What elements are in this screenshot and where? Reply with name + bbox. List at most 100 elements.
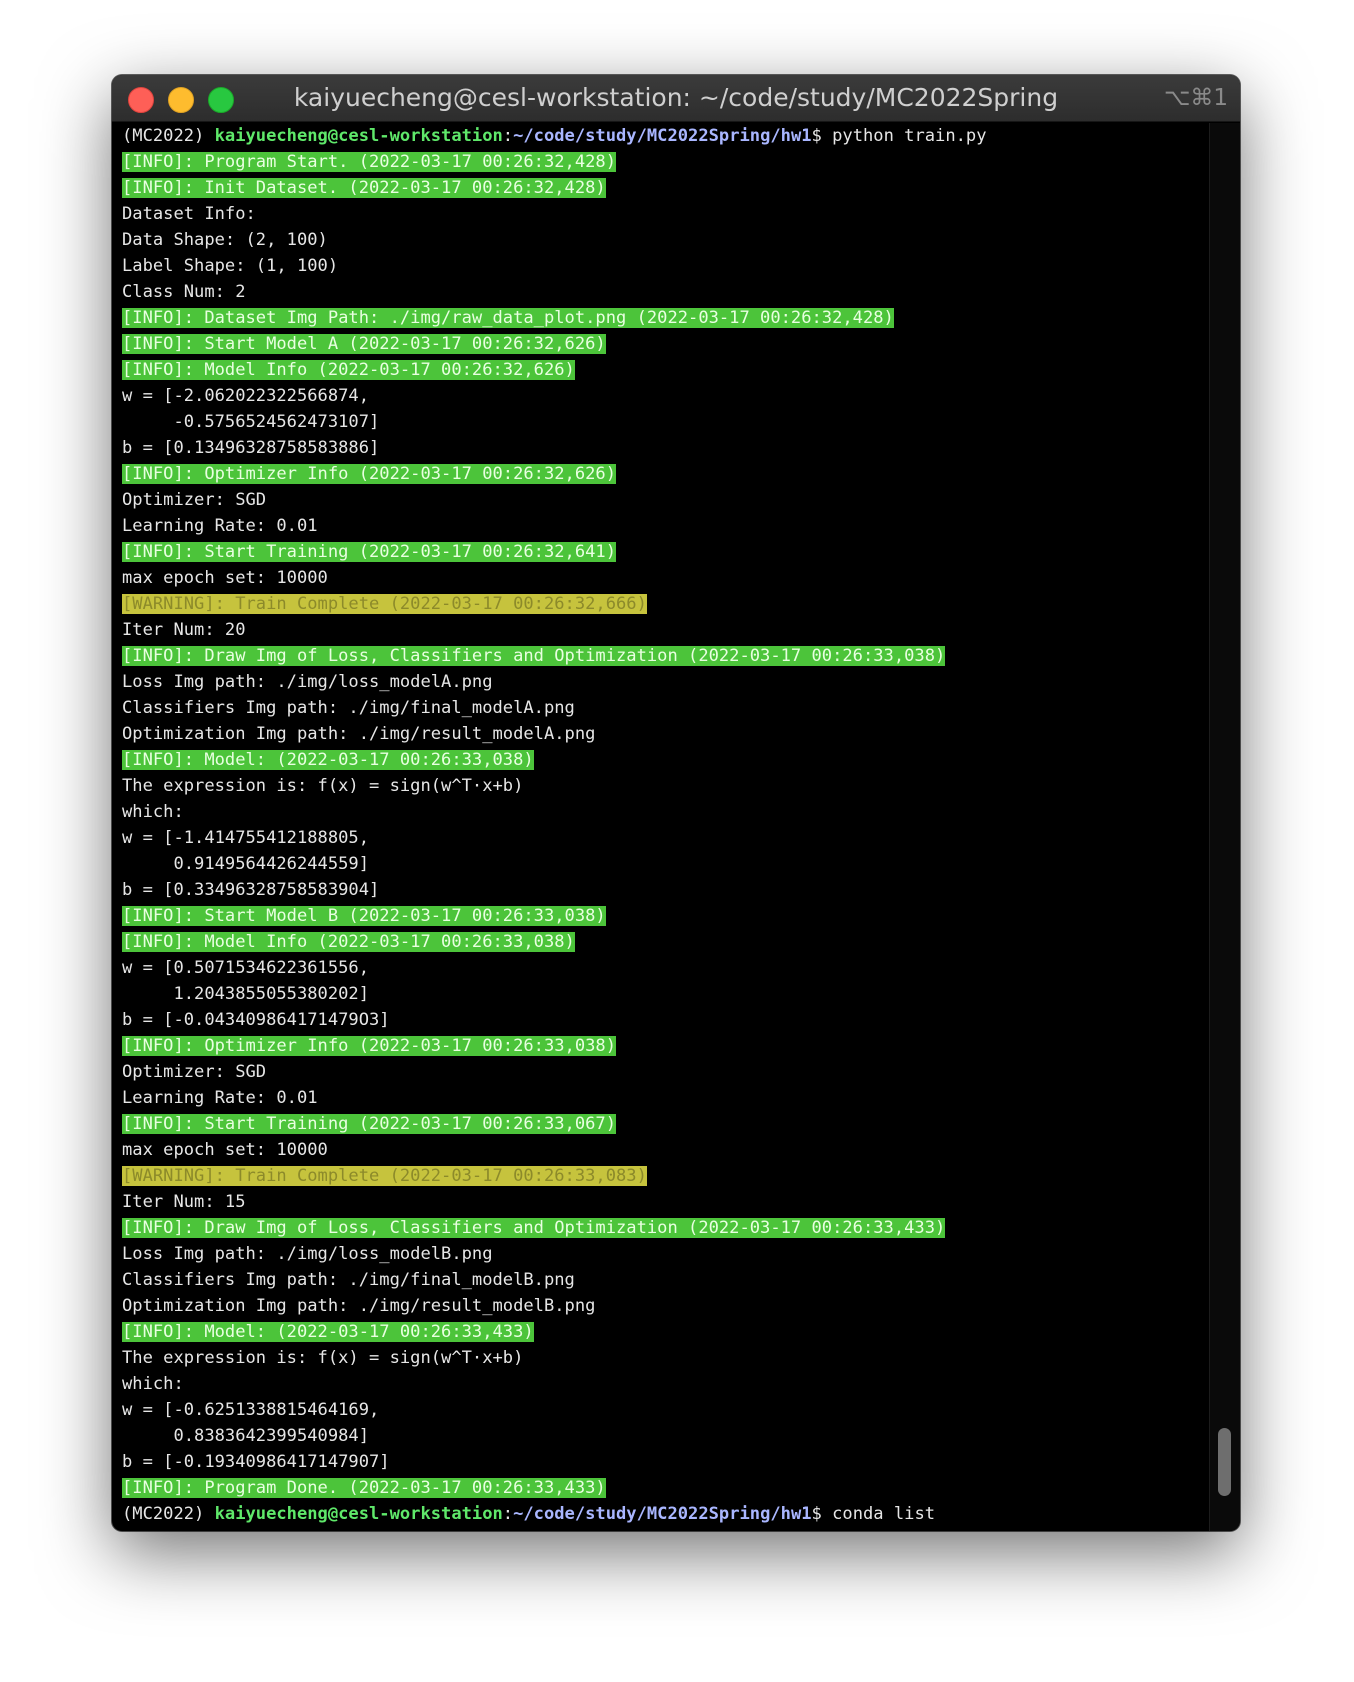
- terminal-window: kaiyuecheng@cesl-workstation: ~/code/stu…: [112, 75, 1240, 1531]
- output-text: 0.9149564426244559]: [122, 854, 369, 874]
- prompt-user: kaiyuecheng@cesl-workstation: [214, 1504, 503, 1524]
- output-text: which:: [122, 1374, 184, 1394]
- terminal-line: Dataset Info:: [122, 201, 1210, 227]
- output-text: w = [-2.062022322566874,: [122, 386, 369, 406]
- info-log-line: [INFO]: Init Dataset. (2022-03-17 00:26:…: [122, 178, 606, 198]
- terminal-line: The expression is: f(x) = sign(w^T·x+b): [122, 773, 1210, 799]
- terminal-line: w = [0.5071534622361556,: [122, 955, 1210, 981]
- terminal-line: [INFO]: Program Start. (2022-03-17 00:26…: [122, 149, 1210, 175]
- title-bar[interactable]: kaiyuecheng@cesl-workstation: ~/code/stu…: [112, 75, 1240, 122]
- command-text: python train.py: [832, 126, 987, 146]
- terminal-line: Optimizer: SGD: [122, 1059, 1210, 1085]
- terminal-line: b = [0.33496328758583904]: [122, 877, 1210, 903]
- output-text: b = [0.33496328758583904]: [122, 880, 380, 900]
- terminal-line: [INFO]: Model Info (2022-03-17 00:26:32,…: [122, 357, 1210, 383]
- output-text: 0.8383642399540984]: [122, 1426, 369, 1446]
- output-text: Class Num: 2: [122, 282, 246, 302]
- warning-log-line: [WARNING]: Train Complete (2022-03-17 00…: [122, 594, 647, 614]
- terminal-line: [INFO]: Init Dataset. (2022-03-17 00:26:…: [122, 175, 1210, 201]
- info-log-line: [INFO]: Start Model A (2022-03-17 00:26:…: [122, 334, 606, 354]
- terminal-line: b = [-0.043409864171479O3]: [122, 1007, 1210, 1033]
- terminal-output[interactable]: (MC2022) kaiyuecheng@cesl-workstation:~/…: [122, 123, 1210, 1531]
- terminal-line: [INFO]: Start Training (2022-03-17 00:26…: [122, 539, 1210, 565]
- terminal-line: Classifiers Img path: ./img/final_modelB…: [122, 1267, 1210, 1293]
- terminal-line: Class Num: 2: [122, 279, 1210, 305]
- command-text: conda list: [832, 1504, 936, 1524]
- terminal-line: [INFO]: Draw Img of Loss, Classifiers an…: [122, 1215, 1210, 1241]
- window-shortcut: ⌥⌘1: [1163, 85, 1228, 111]
- output-text: The expression is: f(x) = sign(w^T·x+b): [122, 1348, 524, 1368]
- terminal-line: Loss Img path: ./img/loss_modelA.png: [122, 669, 1210, 695]
- info-log-line: [INFO]: Start Model B (2022-03-17 00:26:…: [122, 906, 606, 926]
- info-log-line: [INFO]: Optimizer Info (2022-03-17 00:26…: [122, 464, 616, 484]
- output-text: Classifiers Img path: ./img/final_modelB…: [122, 1270, 575, 1290]
- output-text: max epoch set: 10000: [122, 1140, 328, 1160]
- info-log-line: [INFO]: Model: (2022-03-17 00:26:33,038): [122, 750, 534, 770]
- output-text: which:: [122, 802, 184, 822]
- info-log-line: [INFO]: Model Info (2022-03-17 00:26:32,…: [122, 360, 575, 380]
- info-log-line: [INFO]: Program Start. (2022-03-17 00:26…: [122, 152, 616, 172]
- scrollbar[interactable]: [1209, 123, 1240, 1531]
- output-text: 1.2043855055380202]: [122, 984, 369, 1004]
- prompt-user: kaiyuecheng@cesl-workstation: [214, 126, 503, 146]
- terminal-line: [INFO]: Model: (2022-03-17 00:26:33,433): [122, 1319, 1210, 1345]
- terminal-line: Learning Rate: 0.01: [122, 513, 1210, 539]
- terminal-line: Iter Num: 20: [122, 617, 1210, 643]
- terminal-line: The expression is: f(x) = sign(w^T·x+b): [122, 1345, 1210, 1371]
- terminal-line: [INFO]: Start Model B (2022-03-17 00:26:…: [122, 903, 1210, 929]
- terminal-line: which:: [122, 1371, 1210, 1397]
- prompt-colon: :: [502, 126, 514, 146]
- output-text: -0.5756524562473107]: [122, 412, 380, 432]
- output-text: Dataset Info:: [122, 204, 256, 224]
- output-text: Learning Rate: 0.01: [122, 1088, 318, 1108]
- terminal-line: Optimization Img path: ./img/result_mode…: [122, 1293, 1210, 1319]
- terminal-line: [INFO]: Model Info (2022-03-17 00:26:33,…: [122, 929, 1210, 955]
- prompt-env: (MC2022): [122, 1504, 215, 1524]
- terminal-line: Label Shape: (1, 100): [122, 253, 1210, 279]
- terminal-line: which:: [122, 799, 1210, 825]
- terminal-line: b = [0.13496328758583886]: [122, 435, 1210, 461]
- scrollbar-thumb[interactable]: [1218, 1428, 1231, 1496]
- terminal-line: b = [-0.19340986417147907]: [122, 1449, 1210, 1475]
- terminal-line: [INFO]: Dataset Img Path: ./img/raw_data…: [122, 305, 1210, 331]
- prompt-env: (MC2022): [122, 126, 215, 146]
- output-text: w = [0.5071534622361556,: [122, 958, 369, 978]
- prompt-path: ~/code/study/MC2022Spring/hw1: [513, 126, 812, 146]
- output-text: w = [-1.414755412188805,: [122, 828, 369, 848]
- terminal-line: Optimizer: SGD: [122, 487, 1210, 513]
- terminal-line: 0.8383642399540984]: [122, 1423, 1210, 1449]
- terminal-line: 1.2043855055380202]: [122, 981, 1210, 1007]
- terminal-line: Learning Rate: 0.01: [122, 1085, 1210, 1111]
- prompt-colon: :: [502, 1504, 514, 1524]
- terminal-line: [INFO]: Start Model A (2022-03-17 00:26:…: [122, 331, 1210, 357]
- terminal-line: max epoch set: 10000: [122, 1137, 1210, 1163]
- prompt-line: (MC2022) kaiyuecheng@cesl-workstation:~/…: [122, 123, 1210, 149]
- terminal-line: [INFO]: Draw Img of Loss, Classifiers an…: [122, 643, 1210, 669]
- terminal-line: max epoch set: 10000: [122, 565, 1210, 591]
- output-text: b = [-0.043409864171479O3]: [122, 1010, 390, 1030]
- output-text: Classifiers Img path: ./img/final_modelA…: [122, 698, 575, 718]
- terminal-line: [INFO]: Optimizer Info (2022-03-17 00:26…: [122, 461, 1210, 487]
- terminal-line: w = [-1.414755412188805,: [122, 825, 1210, 851]
- output-text: w = [-0.6251338815464169,: [122, 1400, 380, 1420]
- terminal-line: -0.5756524562473107]: [122, 409, 1210, 435]
- terminal-line: 0.9149564426244559]: [122, 851, 1210, 877]
- output-text: Data Shape: (2, 100): [122, 230, 328, 250]
- output-text: Iter Num: 20: [122, 620, 246, 640]
- prompt-symbol: $: [811, 126, 833, 146]
- warning-log-line: [WARNING]: Train Complete (2022-03-17 00…: [122, 1166, 647, 1186]
- info-log-line: [INFO]: Dataset Img Path: ./img/raw_data…: [122, 308, 894, 328]
- prompt-path: ~/code/study/MC2022Spring/hw1: [513, 1504, 812, 1524]
- info-log-line: [INFO]: Start Training (2022-03-17 00:26…: [122, 542, 616, 562]
- output-text: Label Shape: (1, 100): [122, 256, 339, 276]
- output-text: Learning Rate: 0.01: [122, 516, 318, 536]
- output-text: Optimizer: SGD: [122, 490, 267, 510]
- terminal-line: w = [-0.6251338815464169,: [122, 1397, 1210, 1423]
- terminal-line: [WARNING]: Train Complete (2022-03-17 00…: [122, 591, 1210, 617]
- output-text: Iter Num: 15: [122, 1192, 246, 1212]
- output-text: Loss Img path: ./img/loss_modelA.png: [122, 672, 493, 692]
- output-text: b = [0.13496328758583886]: [122, 438, 380, 458]
- terminal-line: [INFO]: Optimizer Info (2022-03-17 00:26…: [122, 1033, 1210, 1059]
- terminal-line: Data Shape: (2, 100): [122, 227, 1210, 253]
- output-text: The expression is: f(x) = sign(w^T·x+b): [122, 776, 524, 796]
